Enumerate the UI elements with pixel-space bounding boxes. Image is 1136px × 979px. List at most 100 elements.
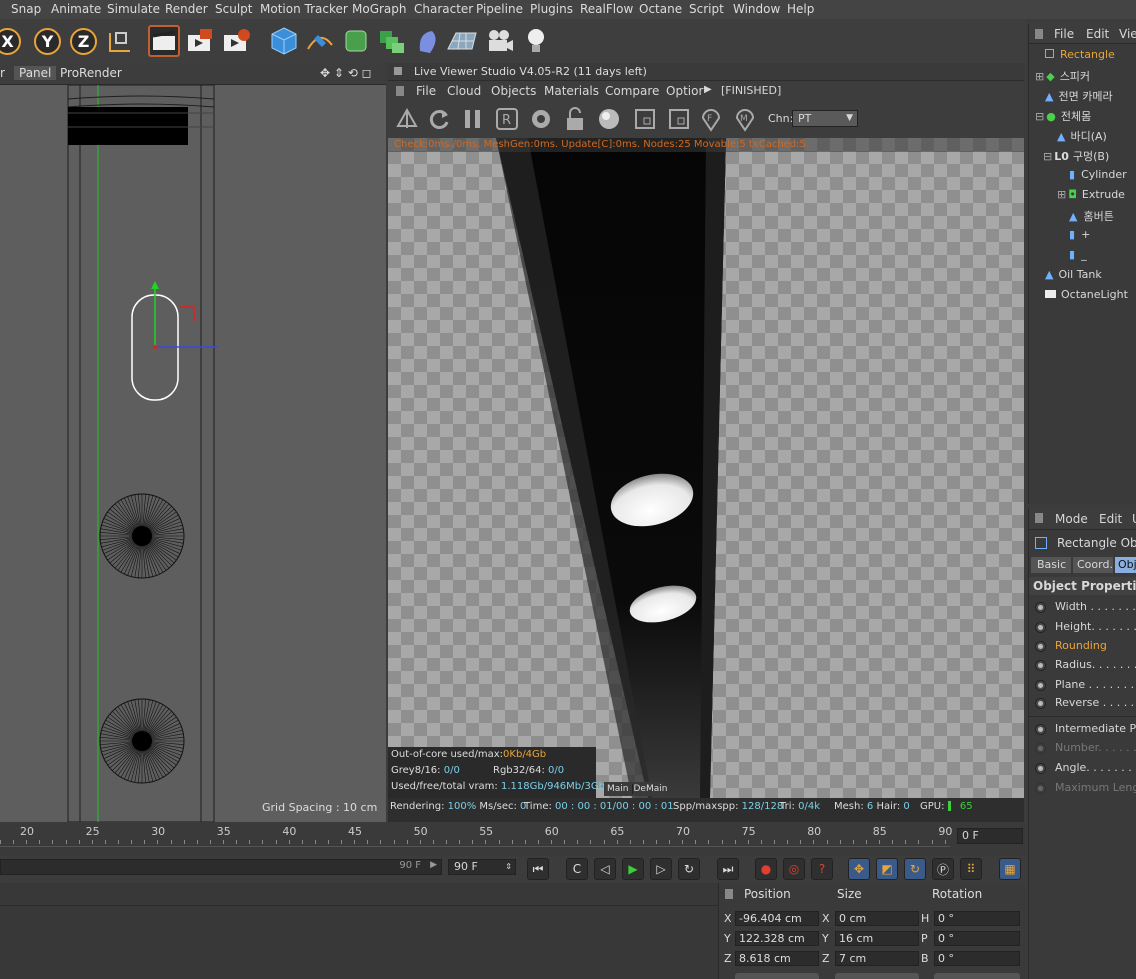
attr-menu-user[interactable]: U bbox=[1132, 512, 1136, 526]
lv-menu-cloud[interactable]: Cloud bbox=[447, 84, 481, 98]
pos-y-field[interactable]: 122.328 cm bbox=[735, 931, 819, 946]
region-render-icon[interactable]: R bbox=[494, 106, 520, 132]
menu-mograph[interactable]: MoGraph bbox=[352, 2, 407, 16]
tree-item[interactable]: ▮ + bbox=[1069, 228, 1090, 248]
axis-y-button[interactable]: Y bbox=[34, 28, 61, 55]
timeline-icon[interactable]: ▦ bbox=[999, 858, 1021, 880]
grip-icon[interactable] bbox=[1035, 513, 1043, 523]
menu-pipeline[interactable]: Pipeline bbox=[476, 2, 523, 16]
om-menu-view[interactable]: Vie bbox=[1119, 27, 1136, 41]
tree-item[interactable]: ▲ 홈버튼 bbox=[1069, 208, 1114, 228]
lv-menu-file[interactable]: File bbox=[416, 84, 436, 98]
menu-sculpt[interactable]: Sculpt bbox=[215, 2, 252, 16]
cube-icon[interactable] bbox=[268, 25, 300, 57]
menu-motion-tracker[interactable]: Motion Tracker bbox=[260, 2, 348, 16]
menu-simulate[interactable]: Simulate bbox=[107, 2, 160, 16]
tab-object[interactable]: Obj bbox=[1115, 557, 1136, 573]
size-mode-button[interactable] bbox=[835, 973, 919, 979]
animation-track-icon[interactable] bbox=[1035, 698, 1046, 709]
menu-octane[interactable]: Octane bbox=[639, 2, 682, 16]
grip-icon[interactable] bbox=[394, 67, 402, 75]
menu-character[interactable]: Character bbox=[414, 2, 473, 16]
current-frame-field[interactable]: 0 F bbox=[957, 828, 1023, 844]
animation-track-icon[interactable] bbox=[1035, 660, 1046, 671]
tree-item[interactable]: OctaneLight bbox=[1045, 288, 1128, 308]
menu-script[interactable]: Script bbox=[689, 2, 724, 16]
camera-icon[interactable] bbox=[484, 25, 516, 57]
go-prev-key-icon[interactable]: C bbox=[566, 858, 588, 880]
apply-button[interactable] bbox=[934, 973, 1020, 979]
object-rel-button[interactable] bbox=[735, 973, 819, 979]
parameter-key-icon[interactable]: Ⓟ bbox=[932, 858, 954, 880]
restart-icon[interactable] bbox=[426, 106, 452, 132]
range-slider[interactable]: 90 F ▶ bbox=[0, 859, 442, 875]
material-picker-icon[interactable]: M bbox=[732, 106, 758, 132]
render-settings-icon[interactable] bbox=[220, 25, 252, 57]
attr-menu-mode[interactable]: Mode bbox=[1055, 512, 1088, 526]
settings-gear-icon[interactable] bbox=[528, 106, 554, 132]
film-region-icon[interactable] bbox=[666, 106, 692, 132]
attr-menu-edit[interactable]: Edit bbox=[1099, 512, 1122, 526]
animation-track-icon[interactable] bbox=[1035, 641, 1046, 652]
end-frame-field[interactable]: 90 F ⇕ bbox=[448, 859, 516, 875]
menu-snap[interactable]: Snap bbox=[11, 2, 41, 16]
grip-icon[interactable] bbox=[725, 889, 733, 899]
menu-animate[interactable]: Animate bbox=[51, 2, 101, 16]
menu-plugins[interactable]: Plugins bbox=[530, 2, 573, 16]
tab-partial[interactable]: r bbox=[0, 66, 5, 80]
animation-track-icon[interactable] bbox=[1035, 763, 1046, 774]
go-to-start-icon[interactable]: ⏮ bbox=[527, 858, 549, 880]
expand-icon[interactable]: ⊞ bbox=[1057, 188, 1066, 201]
go-next-key-icon[interactable]: ↻ bbox=[678, 858, 700, 880]
move-key-icon[interactable]: ✥ bbox=[848, 858, 870, 880]
tab-demain[interactable]: DeMain bbox=[633, 784, 669, 794]
pause-icon[interactable] bbox=[460, 106, 486, 132]
point-level-icon[interactable]: ⠿ bbox=[960, 858, 982, 880]
tree-item[interactable]: ⊟ ● 전체몸 bbox=[1035, 108, 1091, 128]
pen-spline-icon[interactable] bbox=[304, 25, 336, 57]
render-view-icon[interactable] bbox=[148, 25, 180, 57]
viewport-nav-icons[interactable]: ✥ ⇕ ⟲ ◻ bbox=[320, 66, 372, 80]
record-key-icon[interactable]: ● bbox=[755, 858, 777, 880]
menu-help[interactable]: Help bbox=[787, 2, 814, 16]
tree-item[interactable]: ⊞ ◆ 스피커 bbox=[1035, 68, 1090, 88]
pos-z-field[interactable]: 8.618 cm bbox=[735, 951, 819, 966]
tree-item[interactable]: ▲ Oil Tank bbox=[1045, 268, 1102, 288]
tab-prorender[interactable]: ProRender bbox=[60, 66, 122, 80]
animation-track-icon[interactable] bbox=[1035, 602, 1046, 613]
tree-item[interactable]: ⊞ ◘ Extrude bbox=[1057, 188, 1125, 208]
viewport-canvas[interactable]: Grid Spacing : 10 cm bbox=[0, 85, 386, 822]
tree-item[interactable]: ▮ Cylinder bbox=[1069, 168, 1127, 188]
lv-menu-compare[interactable]: Compare bbox=[605, 84, 659, 98]
cloner-icon[interactable] bbox=[376, 25, 408, 57]
pos-x-field[interactable]: -96.404 cm bbox=[735, 911, 819, 926]
lv-menu-options[interactable]: Optior bbox=[666, 84, 703, 98]
menu-render[interactable]: Render bbox=[165, 2, 208, 16]
step-back-icon[interactable]: ◁ bbox=[594, 858, 616, 880]
tab-coord[interactable]: Coord. bbox=[1073, 557, 1113, 573]
animation-track-icon[interactable] bbox=[1035, 622, 1046, 633]
animation-track-icon[interactable] bbox=[1035, 680, 1046, 691]
subdivision-icon[interactable] bbox=[340, 25, 372, 57]
range-arrow-icon[interactable]: ▶ bbox=[430, 860, 437, 870]
tree-item[interactable]: ▲ 전면 카메라 bbox=[1045, 88, 1113, 108]
timeline-ruler[interactable]: 0 F 20 25 30 35 40 45 50 55 60 65 70 75 80 85 90 bbox=[0, 822, 1026, 856]
deformer-icon[interactable] bbox=[412, 25, 444, 57]
submenu-arrow-icon[interactable]: ▶ bbox=[704, 84, 712, 95]
axis-x-button[interactable]: X bbox=[0, 28, 21, 55]
tree-item[interactable]: ▲ 바디(A) bbox=[1057, 128, 1107, 148]
tree-item[interactable]: ▮ _ bbox=[1069, 248, 1087, 268]
step-forward-icon[interactable]: ▷ bbox=[650, 858, 672, 880]
axis-z-button[interactable]: Z bbox=[70, 28, 97, 55]
rot-b-field[interactable]: 0 ° bbox=[934, 951, 1020, 966]
size-x-field[interactable]: 0 cm bbox=[835, 911, 919, 926]
rot-p-field[interactable]: 0 ° bbox=[934, 931, 1020, 946]
lv-menu-objects[interactable]: Objects bbox=[491, 84, 536, 98]
tab-main[interactable]: Main bbox=[604, 784, 633, 794]
tree-item[interactable]: ⊟ L0 구멍(B) bbox=[1043, 148, 1109, 168]
om-menu-edit[interactable]: Edit bbox=[1086, 27, 1109, 41]
floor-icon[interactable] bbox=[446, 25, 478, 57]
go-to-end-icon[interactable]: ⏭ bbox=[717, 858, 739, 880]
stepper-icon[interactable]: ⇕ bbox=[505, 860, 512, 874]
expand-icon[interactable]: ⊟ bbox=[1035, 110, 1044, 123]
